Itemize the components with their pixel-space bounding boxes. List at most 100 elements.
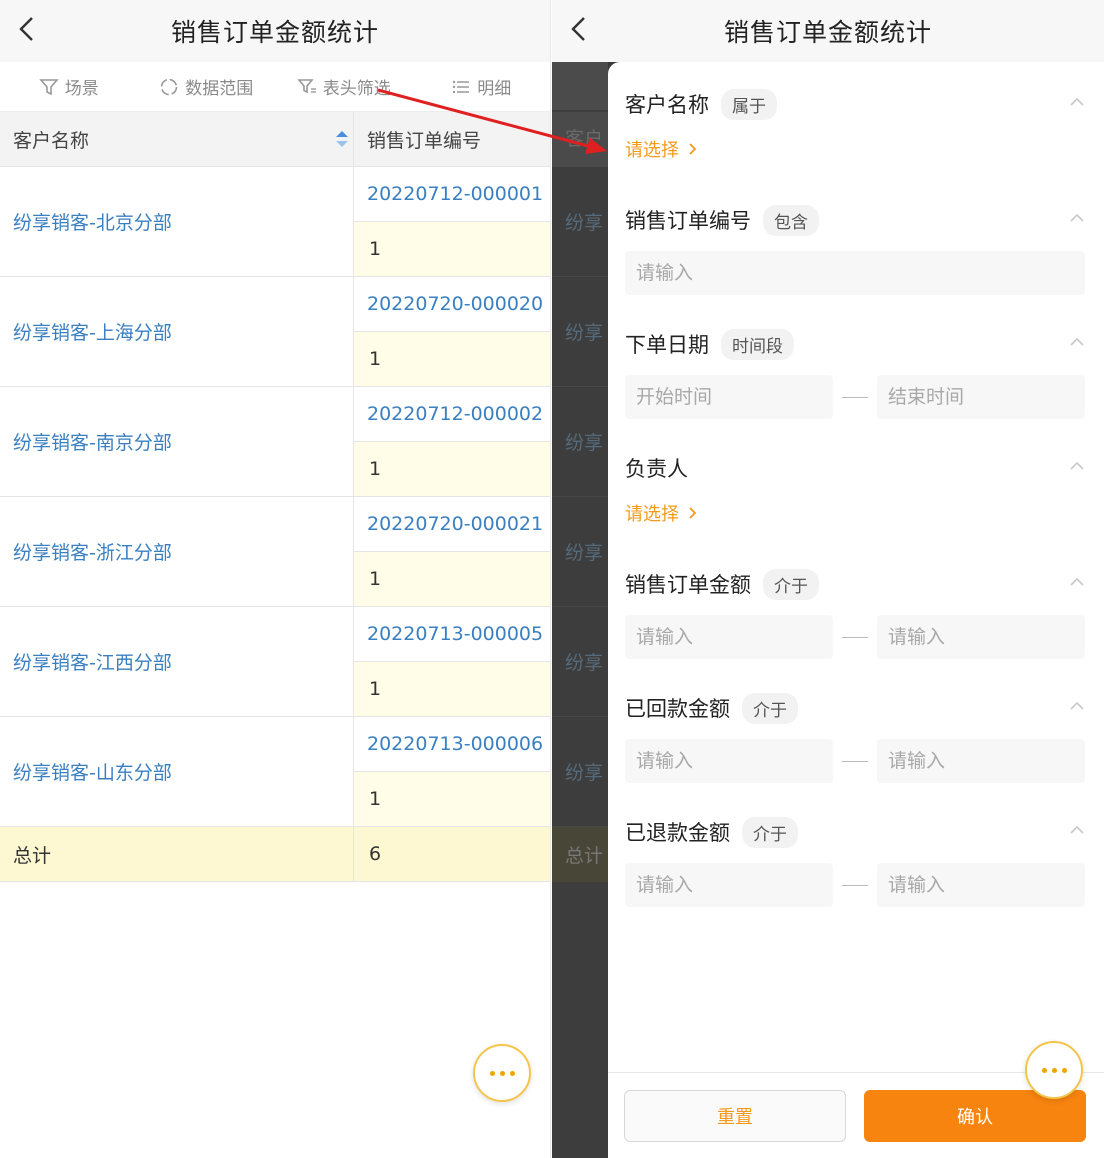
owner-select-link[interactable]: 请选择	[625, 500, 1085, 526]
order-amount-min-input[interactable]	[625, 615, 833, 659]
table-row: 纷享销客-上海分部 20220720-000020 1	[0, 277, 550, 387]
tool-label: 明细	[477, 79, 512, 99]
dimmed-row: 纷享	[552, 167, 608, 277]
count-cell: 1	[354, 332, 550, 386]
received-amount-min-input[interactable]	[625, 739, 833, 783]
customer-cell[interactable]: 纷享销客-浙江分部	[0, 497, 354, 606]
dimmed-report-background[interactable]: 客户 纷享 纷享 纷享 纷享 纷享 纷享 总计	[552, 62, 608, 1158]
tool-label: 数据范围	[185, 79, 254, 99]
list-icon	[453, 80, 470, 93]
operator-tag[interactable]: 介于	[742, 692, 798, 724]
chevron-up-icon[interactable]	[1069, 700, 1085, 712]
total-label: 总计	[0, 827, 354, 881]
order-no-cell[interactable]: 20220713-000005	[354, 607, 550, 662]
table-row: 纷享销客-浙江分部 20220720-000021 1	[0, 497, 550, 607]
order-no-cell[interactable]: 20220720-000021	[354, 497, 550, 552]
chevron-up-icon[interactable]	[1069, 460, 1085, 472]
more-actions-button[interactable]	[473, 1044, 531, 1102]
tool-label: 场景	[64, 79, 99, 99]
filter-order-no: 销售订单编号 包含	[625, 200, 1085, 295]
sort-icon[interactable]	[335, 129, 349, 149]
customer-cell[interactable]: 纷享销客-南京分部	[0, 387, 354, 496]
count-cell: 1	[354, 552, 550, 606]
table-row: 纷享销客-山东分部 20220713-000006 1	[0, 717, 550, 827]
chevron-up-icon[interactable]	[1069, 576, 1085, 588]
funnel-icon	[39, 78, 59, 95]
column-header-order-no[interactable]: 销售订单编号	[354, 112, 550, 166]
order-no-input[interactable]	[625, 251, 1085, 295]
received-amount-max-input[interactable]	[877, 739, 1085, 783]
header-filter-icon	[297, 78, 316, 93]
end-date-input[interactable]	[877, 375, 1085, 419]
page-title: 销售订单金额统计	[170, 18, 379, 47]
tool-detail[interactable]: 明细	[413, 74, 551, 99]
customer-cell[interactable]: 纷享销客-江西分部	[0, 607, 354, 716]
operator-tag[interactable]: 时间段	[721, 328, 794, 360]
tool-header-filter[interactable]: 表头筛选	[275, 74, 413, 99]
range-separator	[833, 636, 877, 638]
range-separator	[833, 760, 877, 762]
table-row: 纷享销客-江西分部 20220713-000005 1	[0, 607, 550, 717]
chevron-up-icon[interactable]	[1069, 212, 1085, 224]
tool-data-range[interactable]: 数据范围	[138, 74, 276, 99]
customer-select-link[interactable]: 请选择	[625, 136, 1085, 162]
customer-cell[interactable]: 纷享销客-上海分部	[0, 277, 354, 386]
dimmed-header: 客户	[552, 112, 608, 167]
column-header-customer[interactable]: 客户名称	[0, 112, 354, 166]
order-amount-max-input[interactable]	[877, 615, 1085, 659]
dot-icon	[1041, 1067, 1047, 1073]
reset-button[interactable]: 重置	[624, 1090, 846, 1142]
filter-owner: 负责人 请选择	[625, 448, 1085, 526]
range-separator	[833, 396, 877, 398]
chevron-up-icon[interactable]	[1069, 824, 1085, 836]
customer-cell[interactable]: 纷享销客-北京分部	[0, 167, 354, 276]
chevron-up-icon[interactable]	[1069, 336, 1085, 348]
operator-tag[interactable]: 属于	[721, 88, 777, 120]
dot-icon	[509, 1070, 515, 1076]
dimmed-row: 纷享	[552, 277, 608, 387]
dot-icon	[1051, 1067, 1057, 1073]
chevron-up-icon[interactable]	[1069, 96, 1085, 108]
order-no-cell[interactable]: 20220712-000002	[354, 387, 550, 442]
order-no-cell[interactable]: 20220712-000001	[354, 167, 550, 222]
table-body: 纷享销客-北京分部 20220712-000001 1 纷享销客-上海分部 202…	[0, 167, 550, 827]
total-value: 6	[369, 843, 382, 865]
filter-label: 已退款金额	[625, 821, 730, 845]
filter-received-amount: 已回款金额 介于	[625, 688, 1085, 783]
more-actions-button[interactable]	[1025, 1041, 1083, 1099]
tool-label: 表头筛选	[322, 79, 391, 99]
customer-cell[interactable]: 纷享销客-山东分部	[0, 717, 354, 826]
filter-order-date: 下单日期 时间段	[625, 324, 1085, 419]
order-no-cell[interactable]: 20220720-000020	[354, 277, 550, 332]
back-arrow-icon[interactable]	[14, 12, 42, 48]
right-navbar: 销售订单金额统计	[552, 0, 1104, 62]
chevron-right-icon	[689, 507, 697, 519]
filter-label: 销售订单金额	[625, 573, 751, 597]
filter-label: 负责人	[625, 457, 688, 481]
dot-icon	[499, 1070, 505, 1076]
refund-amount-max-input[interactable]	[877, 863, 1085, 907]
back-arrow-icon[interactable]	[566, 12, 594, 48]
refund-amount-min-input[interactable]	[625, 863, 833, 907]
dimmed-toolbar	[552, 62, 608, 110]
dot-icon	[489, 1070, 495, 1076]
tool-scene[interactable]: 场景	[0, 74, 138, 99]
count-cell: 1	[354, 222, 550, 276]
dimmed-row: 纷享	[552, 607, 608, 717]
report-screen: 销售订单金额统计 场景 数据范围 表头筛选 明细 客户名称 销售订单编号 纷享销…	[0, 0, 551, 1158]
table-row: 纷享销客-北京分部 20220712-000001 1	[0, 167, 550, 277]
dimmed-row: 纷享	[552, 387, 608, 497]
dimmed-row: 纷享	[552, 717, 608, 827]
operator-tag[interactable]: 介于	[742, 816, 798, 848]
filter-order-amount: 销售订单金额 介于	[625, 564, 1085, 659]
start-date-input[interactable]	[625, 375, 833, 419]
filter-screen: 销售订单金额统计 客户 纷享 纷享 纷享 纷享 纷享 纷享 总计 客户名称 属于…	[552, 0, 1104, 1158]
operator-tag[interactable]: 包含	[763, 204, 819, 236]
chevron-right-icon	[689, 143, 697, 155]
dimmed-total: 总计	[552, 827, 608, 882]
order-no-cell[interactable]: 20220713-000006	[354, 717, 550, 772]
operator-tag[interactable]: 介于	[763, 568, 819, 600]
filter-label: 已回款金额	[625, 697, 730, 721]
count-cell: 1	[354, 442, 550, 496]
range-separator	[833, 884, 877, 886]
